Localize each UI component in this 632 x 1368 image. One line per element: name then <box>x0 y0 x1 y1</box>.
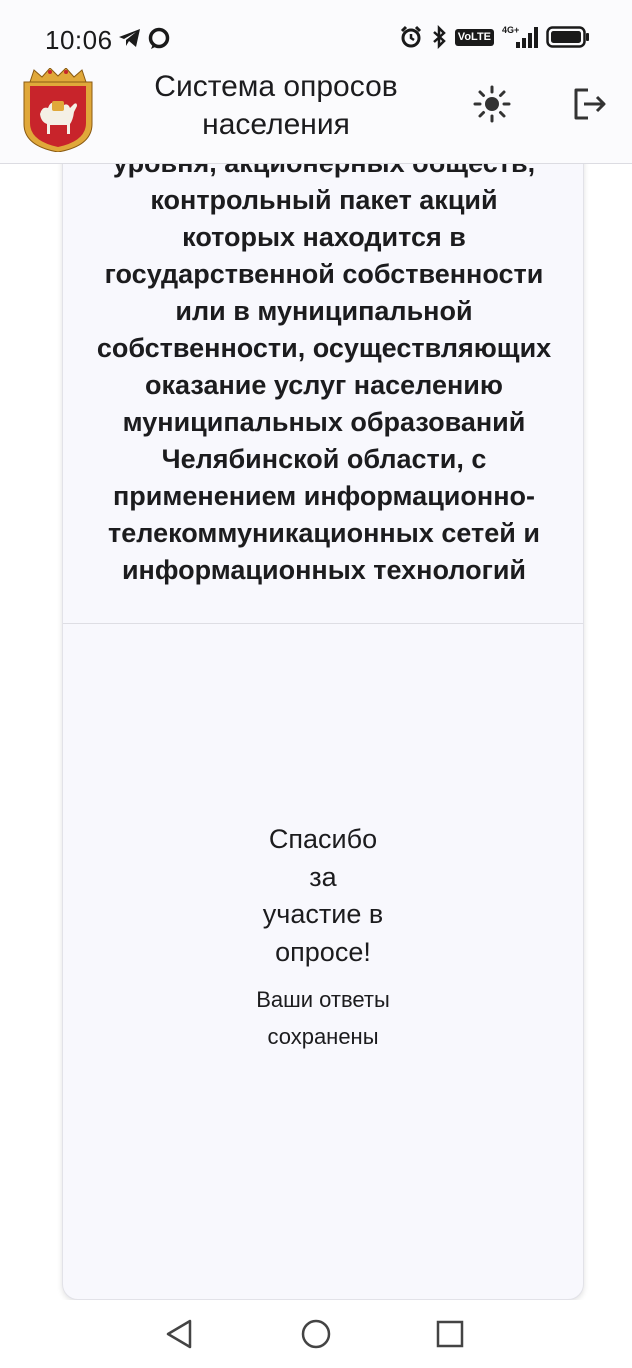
status-bar: 10:06 VoLTE 4G+ <box>0 0 632 62</box>
question-text: уровня, акционерных обществ, контрольный… <box>63 145 585 589</box>
logout-icon[interactable] <box>568 82 612 126</box>
thanks-subtitle: Ваши ответы сохранены <box>256 987 390 1049</box>
status-left-icons <box>117 27 171 51</box>
bluetooth-icon <box>432 25 446 49</box>
volte-icon: VoLTE <box>454 28 494 46</box>
question-line: оказание услуг населению <box>145 370 503 400</box>
app-title: Система опросов населения <box>154 70 398 141</box>
status-right-icons: VoLTE 4G+ <box>399 24 590 50</box>
recents-square-icon[interactable] <box>432 1316 468 1352</box>
coat-of-arms-logo <box>23 68 93 152</box>
question-line: контрольный пакет акций <box>150 185 498 215</box>
alarm-icon <box>400 25 421 48</box>
status-time: 10:06 <box>45 25 113 55</box>
thanks-block: Спасибо за участие в опросе! Ваши ответы… <box>63 821 583 1055</box>
question-line: государственной собственности <box>104 259 544 289</box>
sun-icon[interactable] <box>470 82 514 126</box>
thanks-title: Спасибо за участие в опросе! <box>262 824 384 967</box>
home-circle-icon[interactable] <box>298 1316 334 1352</box>
question-line: Челябинской области, с <box>161 444 487 474</box>
question-line: собственности, осуществляющих <box>96 333 552 363</box>
question-line: муниципальных образований <box>122 407 526 437</box>
question-line: или в муниципальной <box>175 296 473 326</box>
question-line: телекоммуникационных сетей и <box>108 518 540 548</box>
survey-card: уровня, акционерных обществ, контрольный… <box>62 100 584 1300</box>
question-line: применением информационно- <box>113 481 535 511</box>
navigation-bar <box>0 1300 632 1368</box>
svg-text:4G+: 4G+ <box>502 25 519 35</box>
screen: 10:06 VoLTE 4G+ контрольный пакет акций … <box>0 0 632 1368</box>
back-triangle-icon[interactable] <box>162 1316 198 1352</box>
battery-icon <box>546 26 589 48</box>
signal-4g-icon: 4G+ <box>502 25 538 48</box>
question-line: которых находится в <box>182 222 466 252</box>
telegram-icon <box>119 29 140 47</box>
app-header: Система опросов населения <box>0 62 632 164</box>
question-line: информационных технологий <box>121 555 527 585</box>
card-divider <box>63 623 583 624</box>
chat-icon <box>148 27 170 49</box>
